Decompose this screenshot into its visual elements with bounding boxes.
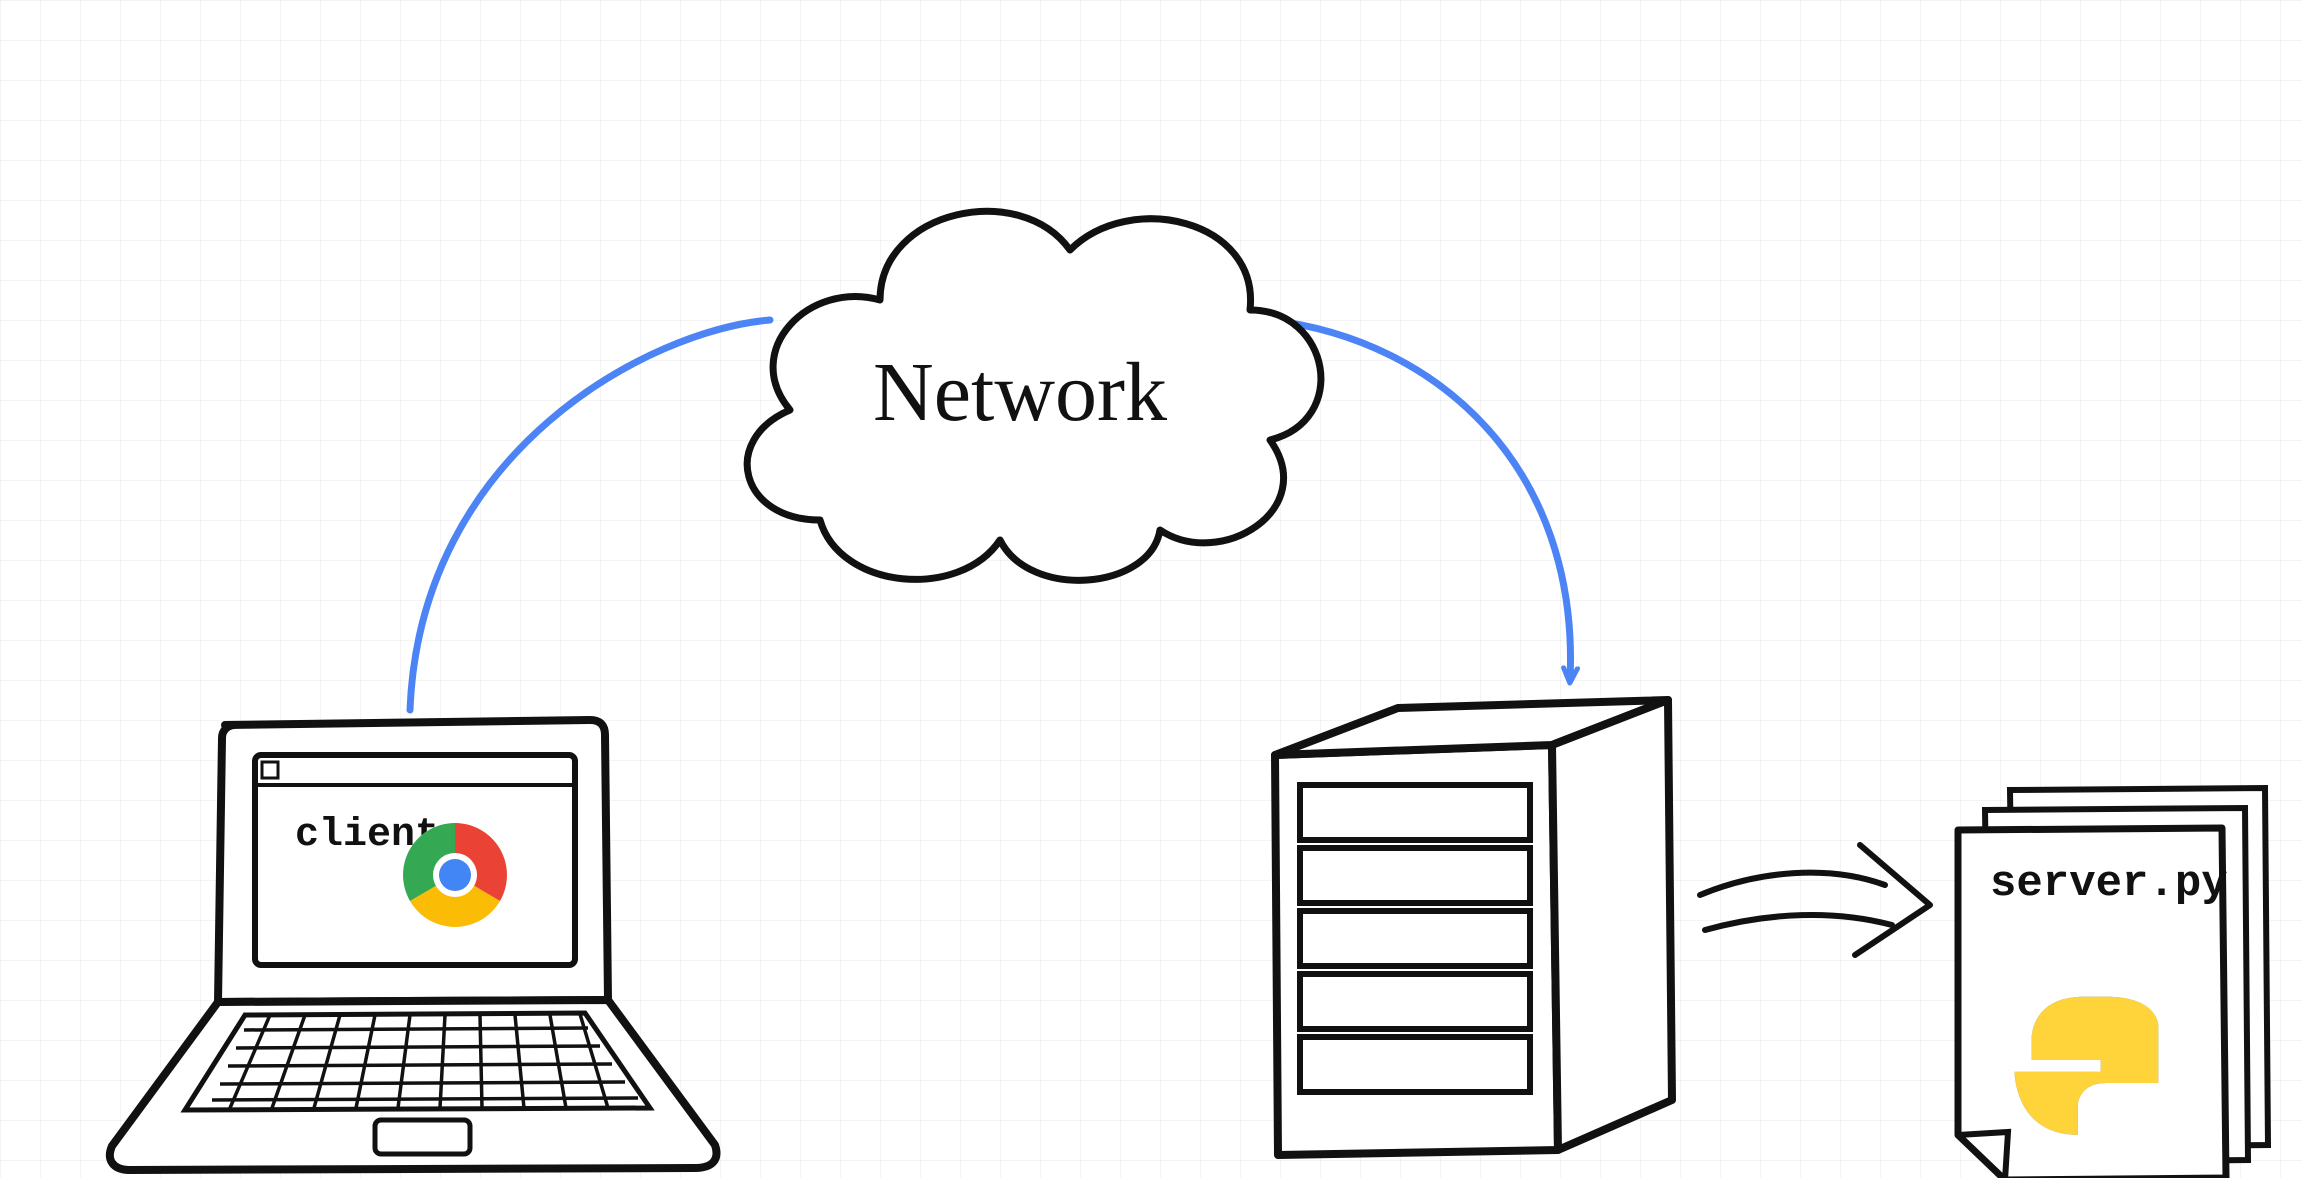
cloud-label: Network bbox=[873, 346, 1167, 439]
network-cloud: Network bbox=[747, 211, 1321, 580]
diagram-svg: Network client bbox=[0, 0, 2302, 1178]
server-file-label: server.py bbox=[1990, 859, 2228, 909]
server-tower bbox=[1275, 700, 1672, 1155]
client-laptop: client bbox=[110, 720, 717, 1170]
server-file-stack: server.py bbox=[1958, 788, 2268, 1178]
chrome-icon bbox=[403, 823, 507, 927]
diagram-canvas: Network client bbox=[0, 0, 2302, 1178]
edge-server-to-file bbox=[1700, 845, 1930, 955]
